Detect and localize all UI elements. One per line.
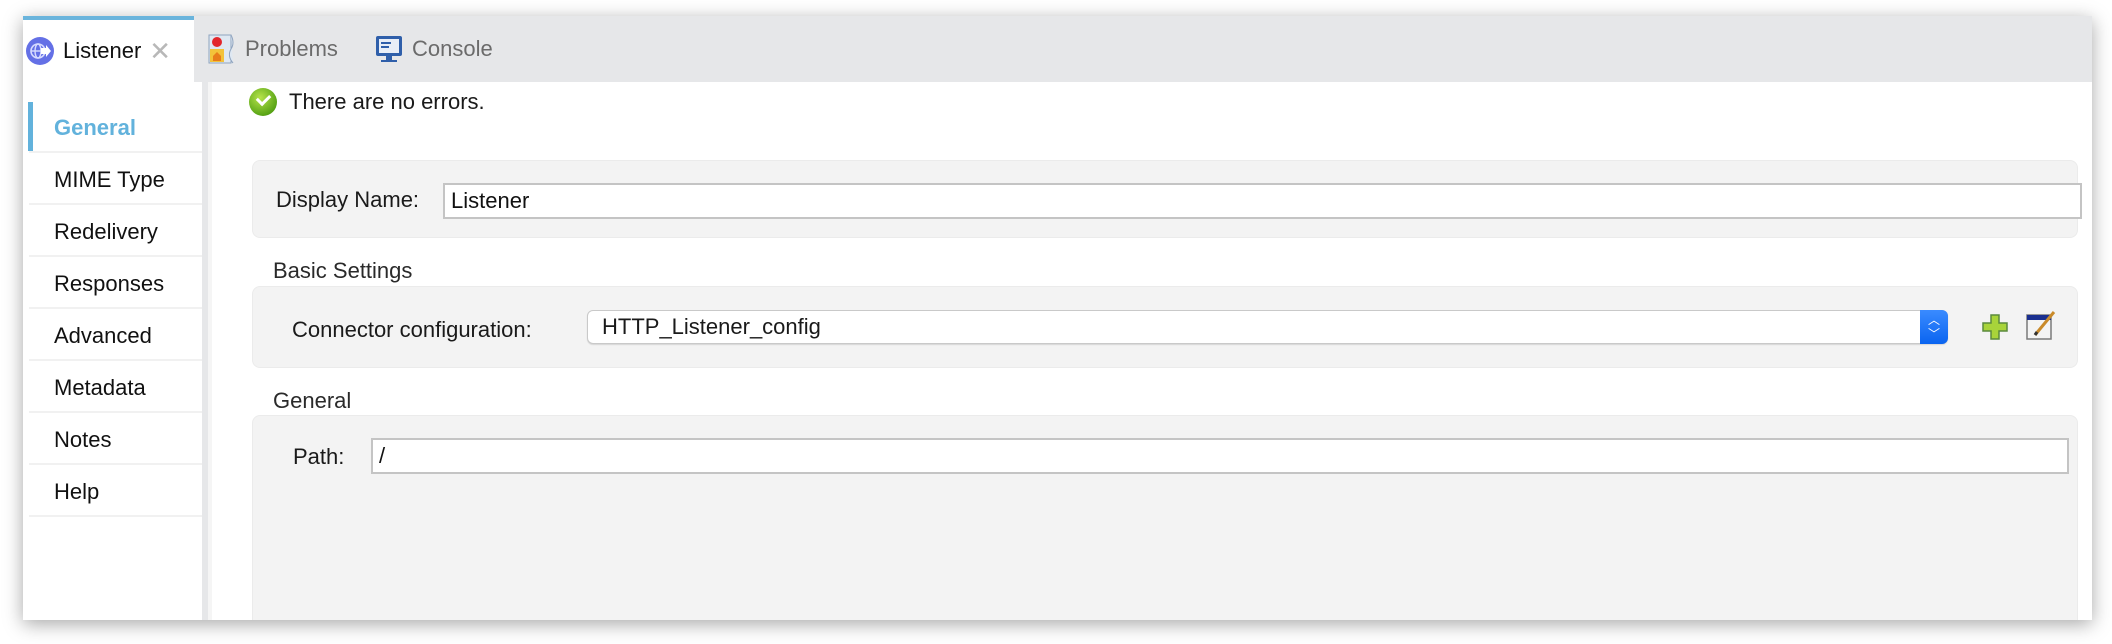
sidebar-item-redelivery[interactable]: Redelivery [29, 206, 202, 257]
display-name-label: Display Name: [276, 187, 420, 212]
sidebar-item-mime-type[interactable]: MIME Type [29, 154, 202, 205]
properties-window: Listener ✕ Problems Console General MIME… [23, 16, 2092, 620]
status-text: There are no errors. [289, 89, 485, 114]
listener-globe-icon [25, 36, 55, 66]
tab-label: Listener [63, 38, 142, 63]
tab-label: Problems [245, 36, 338, 61]
sidebar-item-general[interactable]: General [28, 102, 202, 153]
basic-settings-panel: Connector configuration: HTTP_Listener_c… [252, 286, 2078, 368]
tab-listener[interactable]: Listener ✕ [23, 16, 194, 82]
tab-console[interactable]: Console [374, 16, 493, 82]
connector-configuration-label: Connector configuration: [292, 317, 532, 342]
tab-problems[interactable]: Problems [207, 16, 338, 82]
sidebar-item-help[interactable]: Help [29, 466, 202, 517]
path-label: Path: [293, 444, 345, 469]
tab-bar: Listener ✕ Problems Console [23, 16, 2092, 82]
display-name-panel: Display Name: Listener [252, 160, 2082, 238]
sidebar-item-responses[interactable]: Responses [29, 258, 202, 309]
problems-icon [207, 34, 237, 64]
basic-settings-title: Basic Settings [273, 258, 413, 283]
status-message: There are no errors. [212, 82, 485, 122]
console-monitor-icon [374, 34, 404, 64]
connector-configuration-value: HTTP_Listener_config [602, 314, 821, 339]
tab-label: Console [412, 36, 493, 61]
sidebar-item-metadata[interactable]: Metadata [29, 362, 202, 413]
sidebar: General MIME Type Redelivery Responses A… [23, 82, 202, 620]
edit-config-icon[interactable] [2025, 309, 2056, 340]
path-input[interactable]: / [371, 438, 2069, 474]
close-icon[interactable]: ✕ [149, 38, 171, 64]
display-name-input[interactable]: Listener [443, 183, 2082, 219]
check-circle-icon [249, 88, 277, 116]
connector-configuration-select[interactable]: HTTP_Listener_config ︿ ﹀ [587, 310, 1948, 344]
content-area: There are no errors. Display Name: Liste… [212, 82, 2092, 620]
general-panel: Path: / [252, 415, 2078, 620]
sidebar-item-advanced[interactable]: Advanced [29, 310, 202, 361]
plus-icon[interactable] [1980, 312, 2010, 342]
chevron-up-down-icon: ︿ ﹀ [1920, 310, 1948, 344]
general-section-title: General [273, 388, 352, 413]
sidebar-item-notes[interactable]: Notes [29, 414, 202, 465]
